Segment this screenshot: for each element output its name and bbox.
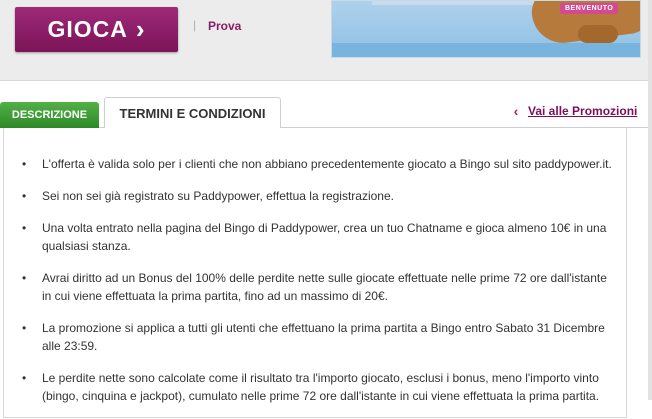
bullet-icon: •	[22, 157, 27, 171]
try-link[interactable]: Prova	[208, 19, 241, 33]
tab-description[interactable]: DESCRIZIONE	[0, 102, 99, 128]
play-button[interactable]: GIOCA ›	[15, 7, 178, 52]
terms-item: • Sei non sei già registrato su Paddypowe…	[22, 187, 618, 205]
page-scrollbar[interactable]	[648, 0, 652, 400]
play-button-label: GIOCA	[47, 16, 128, 42]
terms-item-text: Sei non sei già registrato su Paddypower…	[42, 189, 394, 203]
promo-banner-image: BENVENUTO	[331, 0, 641, 58]
bullet-icon: •	[22, 371, 27, 385]
terms-item: • Avrai diritto ad un Bonus del 100% dell…	[22, 269, 618, 305]
bullet-icon: •	[22, 221, 27, 235]
terms-item: • Una volta entrato nella pagina del Bing…	[22, 219, 618, 255]
chevron-right-icon: ›	[135, 13, 146, 44]
bullet-icon: •	[22, 321, 27, 335]
banner-decoration	[372, 1, 542, 5]
banner-ribbon: BENVENUTO	[560, 3, 619, 14]
bullet-icon: •	[22, 189, 27, 203]
bullet-icon: •	[22, 271, 27, 285]
terms-item-text: Le perdite nette sono calcolate come il …	[42, 371, 600, 403]
terms-item-text: Una volta entrato nella pagina del Bingo…	[42, 221, 607, 253]
banner-sea	[332, 43, 640, 57]
banner-treat-shape-small	[578, 25, 618, 43]
promotions-link[interactable]: ‹ Vai alle Promozioni	[510, 103, 638, 119]
terms-list: • L'offerta è valida solo per i clienti c…	[22, 155, 618, 419]
terms-item-text: La promozione si applica a tutti gli ute…	[42, 321, 605, 353]
tab-terms-conditions[interactable]: TERMINI E CONDIZIONI	[104, 97, 281, 128]
promotions-link-label: Vai alle Promozioni	[528, 104, 638, 118]
terms-item: • L'offerta è valida solo per i clienti c…	[22, 155, 618, 173]
terms-item-text: Avrai diritto ad un Bonus del 100% delle…	[42, 271, 607, 303]
terms-item-text: L'offerta è valida solo per i clienti ch…	[42, 157, 612, 171]
chevron-left-icon: ‹	[513, 103, 519, 119]
separator: |	[193, 18, 197, 32]
terms-item: • La promozione si applica a tutti gli ut…	[22, 319, 618, 355]
game-header-panel: GIOCA › | Prova BENVENUTO	[0, 0, 648, 81]
